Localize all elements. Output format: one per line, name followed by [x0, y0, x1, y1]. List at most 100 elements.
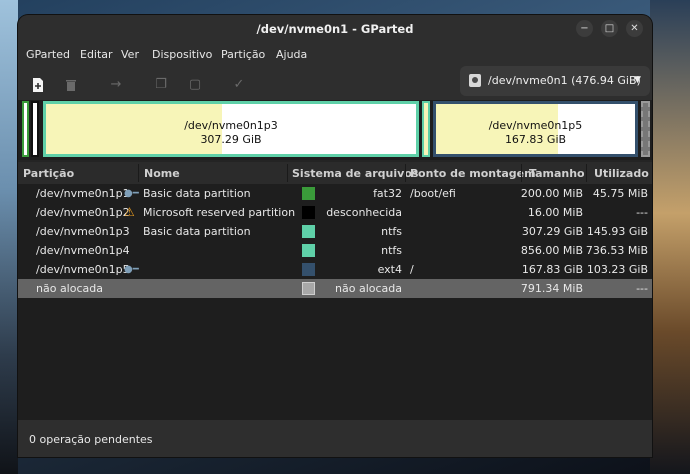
- partition-block-size: 167.83 GiB: [504, 133, 567, 146]
- fs-color-swatch: [302, 282, 315, 295]
- cell-partition: não alocada: [36, 282, 103, 295]
- cell-name: Basic data partition: [143, 225, 251, 238]
- cell-size: 16.00 MiB: [527, 206, 583, 219]
- partition-block-p2[interactable]: [31, 101, 39, 157]
- fs-color-swatch: [302, 225, 315, 238]
- cell-partition: /dev/nvme0n1p5: [36, 263, 130, 276]
- cell-filesystem: desconhecida: [326, 206, 402, 219]
- cell-used: ---: [636, 206, 648, 219]
- close-button[interactable]: ✕: [626, 20, 643, 37]
- menu-ajuda[interactable]: Ajuda: [276, 48, 307, 61]
- paste-button[interactable]: ▢: [185, 75, 205, 95]
- partition-block-p4[interactable]: [422, 101, 430, 157]
- cell-partition: /dev/nvme0n1p2: [36, 206, 130, 219]
- desktop-wallpaper-left: [0, 0, 18, 474]
- paste-icon: ▢: [188, 77, 202, 92]
- device-selector[interactable]: /dev/nvme0n1 (476.94 GiB) ▼: [460, 66, 650, 96]
- partition-block-size: 307.29 GiB: [200, 133, 262, 146]
- cell-filesystem: fat32: [373, 187, 402, 200]
- close-icon: ✕: [630, 23, 639, 34]
- new-partition-icon: [33, 78, 43, 92]
- menu-gparted[interactable]: GParted: [26, 48, 70, 61]
- cell-filesystem: não alocada: [335, 282, 402, 295]
- fs-color-swatch: [302, 187, 315, 200]
- maximize-icon: □: [604, 23, 615, 34]
- fs-color-swatch: [302, 206, 315, 219]
- table-row[interactable]: /dev/nvme0n1p5 ●━ ext4 / 167.83 GiB 103.…: [18, 260, 652, 279]
- table-row[interactable]: /dev/nvme0n1p4 ntfs 856.00 MiB 736.53 Mi…: [18, 241, 652, 260]
- partition-table-header: Partição Nome Sistema de arquivos Ponto …: [18, 162, 652, 185]
- menu-particao[interactable]: Partição: [221, 48, 265, 61]
- column-header-sistema[interactable]: Sistema de arquivos: [292, 167, 418, 180]
- cell-partition: /dev/nvme0n1p4: [36, 244, 130, 257]
- partition-block-p3[interactable]: /dev/nvme0n1p3 307.29 GiB: [43, 101, 419, 157]
- menu-editar[interactable]: Editar: [80, 48, 113, 61]
- maximize-button[interactable]: □: [601, 20, 618, 37]
- cell-used: ---: [636, 282, 648, 295]
- menu-bar: GParted Editar Ver Dispositivo Partição …: [18, 43, 652, 67]
- cell-used: 145.93 GiB: [586, 225, 648, 238]
- partition-block-p1[interactable]: [22, 101, 29, 157]
- key-icon: ●━: [124, 188, 139, 199]
- minimize-icon: −: [580, 23, 589, 34]
- partition-block-name: /dev/nvme0n1p5: [488, 119, 583, 132]
- partition-map: /dev/nvme0n1p3 307.29 GiB /dev/nvme0n1p5…: [18, 100, 652, 160]
- device-selector-label: /dev/nvme0n1 (476.94 GiB): [488, 74, 641, 87]
- cell-used: 45.75 MiB: [592, 187, 648, 200]
- minimize-button[interactable]: −: [576, 20, 593, 37]
- cell-filesystem: ext4: [377, 263, 402, 276]
- pending-operations-status: 0 operação pendentes: [29, 433, 153, 446]
- table-row-selected[interactable]: não alocada não alocada 791.34 MiB ---: [18, 279, 652, 298]
- column-separator: [521, 164, 522, 182]
- column-separator: [405, 164, 406, 182]
- cell-used: 736.53 MiB: [585, 244, 648, 257]
- delete-icon: [66, 80, 76, 91]
- cell-name: Basic data partition: [143, 187, 251, 200]
- title-bar[interactable]: /dev/nvme0n1 - GParted − □ ✕: [18, 15, 652, 43]
- partition-list: /dev/nvme0n1p1 ●━ Basic data partition f…: [18, 184, 652, 420]
- cell-size: 307.29 GiB: [521, 225, 583, 238]
- desktop-wallpaper-right: [650, 0, 690, 474]
- cell-mountpoint: /boot/efi: [410, 187, 456, 200]
- delete-button[interactable]: [61, 75, 81, 95]
- key-icon: ●━: [124, 264, 139, 275]
- cell-size: 856.00 MiB: [520, 244, 583, 257]
- cell-used: 103.23 GiB: [586, 263, 648, 276]
- new-partition-button[interactable]: [28, 75, 48, 95]
- fs-color-swatch: [302, 263, 315, 276]
- column-header-tamanho[interactable]: Tamanho: [529, 167, 585, 180]
- menu-dispositivo[interactable]: Dispositivo: [152, 48, 212, 61]
- partition-block-name: /dev/nvme0n1p3: [184, 119, 278, 132]
- cell-name: Microsoft reserved partition: [143, 206, 296, 219]
- resize-move-icon: →: [110, 77, 122, 92]
- partition-block-unallocated[interactable]: [641, 101, 650, 157]
- resize-move-button[interactable]: →: [106, 75, 126, 95]
- table-row[interactable]: /dev/nvme0n1p2 ⚠ Microsoft reserved part…: [18, 203, 652, 222]
- apply-button[interactable]: ✓: [229, 75, 249, 95]
- column-separator: [586, 164, 587, 182]
- cell-mountpoint: /: [410, 263, 414, 276]
- column-header-montagem[interactable]: Ponto de montagem: [410, 167, 536, 180]
- menu-ver[interactable]: Ver: [121, 48, 139, 61]
- cell-partition: /dev/nvme0n1p3: [36, 225, 130, 238]
- cell-size: 200.00 MiB: [520, 187, 583, 200]
- cell-filesystem: ntfs: [381, 244, 402, 257]
- column-header-nome[interactable]: Nome: [144, 167, 180, 180]
- apply-checkmark-icon: ✓: [233, 77, 245, 92]
- window-title: /dev/nvme0n1 - GParted: [256, 22, 414, 36]
- partition-block-p5[interactable]: /dev/nvme0n1p5 167.83 GiB: [433, 101, 638, 157]
- gparted-window: /dev/nvme0n1 - GParted − □ ✕ GParted Edi…: [18, 15, 652, 457]
- table-row[interactable]: /dev/nvme0n1p1 ●━ Basic data partition f…: [18, 184, 652, 203]
- column-separator: [287, 164, 288, 182]
- column-separator: [138, 164, 139, 182]
- column-header-utilizado[interactable]: Utilizado: [594, 167, 649, 180]
- table-row[interactable]: /dev/nvme0n1p3 Basic data partition ntfs…: [18, 222, 652, 241]
- cell-size: 167.83 GiB: [521, 263, 583, 276]
- copy-icon: ❐: [155, 77, 167, 92]
- warning-icon: ⚠: [124, 205, 135, 219]
- cell-partition: /dev/nvme0n1p1: [36, 187, 130, 200]
- disk-drive-icon: [469, 74, 481, 87]
- column-header-particao[interactable]: Partição: [23, 167, 74, 180]
- copy-button[interactable]: ❐: [151, 75, 171, 95]
- cell-filesystem: ntfs: [381, 225, 402, 238]
